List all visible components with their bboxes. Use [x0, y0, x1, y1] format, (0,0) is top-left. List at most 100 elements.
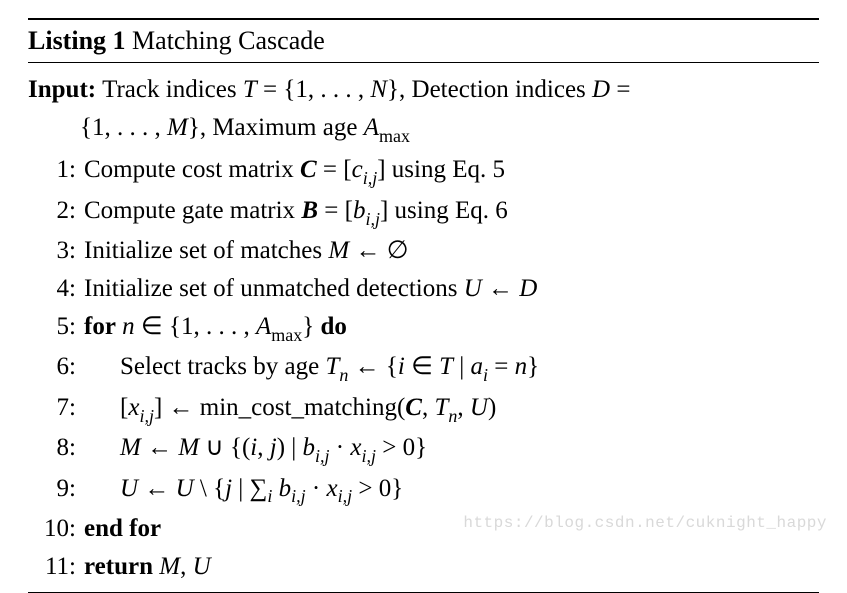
step-body: Compute cost matrix C = [ci,j] using Eq.…	[84, 151, 819, 191]
text: ) |	[277, 434, 303, 461]
kw-return: return	[84, 553, 153, 580]
text: ← {	[348, 353, 398, 380]
step-num: 8:	[28, 429, 84, 467]
kw-endfor: end for	[84, 515, 161, 542]
sym-M: M	[328, 237, 349, 264]
text: Compute cost matrix	[84, 156, 300, 183]
text: = [	[317, 156, 352, 183]
text: ∪ {(	[199, 434, 250, 461]
algorithm-body: Input: Track indices T = {1, . . . , N},…	[28, 63, 819, 586]
text: > 0}	[352, 475, 403, 502]
kw-do: do	[320, 313, 346, 340]
sym-j: j	[270, 434, 277, 461]
text: ,	[457, 394, 470, 421]
sym-U: U	[120, 475, 138, 502]
step-num: 4:	[28, 270, 84, 308]
input-block: Input: Track indices T = {1, . . . , N},…	[28, 71, 819, 109]
sub-ij: i,j	[139, 406, 154, 426]
steps: 1: Compute cost matrix C = [ci,j] using …	[28, 149, 819, 586]
text: ] using Eq. 5	[377, 156, 505, 183]
text: Initialize set of unmatched detections	[84, 275, 464, 302]
sub-i: i	[483, 365, 488, 385]
sub-ij: i,j	[365, 209, 380, 229]
text: ,	[180, 553, 193, 580]
sub-n: n	[448, 406, 457, 426]
text: \ {	[194, 475, 225, 502]
text: ∈ {1, . . . ,	[135, 313, 256, 340]
text: ,	[257, 434, 270, 461]
sym-M: M	[120, 434, 141, 461]
sym-b: b	[303, 434, 316, 461]
sym-D: D	[519, 275, 537, 302]
text: ] using Eq. 6	[380, 197, 508, 224]
step-body: Select tracks by age Tn ← {i ∈ T | ai = …	[84, 348, 819, 388]
text: }	[527, 353, 539, 380]
sym-x: x	[326, 475, 337, 502]
text: Initialize set of matches	[84, 237, 328, 264]
sym-j: j	[225, 475, 232, 502]
sub-ij: i,j	[361, 446, 376, 466]
step-body: Initialize set of matches M ← ∅	[84, 232, 819, 270]
sym-A: A	[256, 313, 271, 340]
text: ←	[482, 275, 520, 302]
sub-ij: i,j	[338, 486, 353, 506]
sym-C: C	[300, 156, 317, 183]
sub-ij: i,j	[363, 168, 378, 188]
step-num: 3:	[28, 232, 84, 270]
text: {1, . . . ,	[80, 114, 167, 141]
sub-max: max	[379, 126, 410, 146]
text: =	[610, 76, 630, 103]
input-line2: {1, . . . , M}, Maximum age Amax	[28, 109, 819, 149]
step-10: 10: end for	[28, 510, 819, 548]
step-num: 10:	[28, 510, 84, 548]
sym-U: U	[193, 553, 211, 580]
sym-U: U	[176, 475, 194, 502]
step-8: 8: M ← M ∪ {(i, j) | bi,j · xi,j > 0}	[28, 429, 819, 469]
step-num: 11:	[28, 548, 84, 586]
sym-M: M	[159, 553, 180, 580]
step-num: 5:	[28, 308, 84, 346]
listing-title: Matching Cascade	[132, 26, 325, 55]
text: ,	[422, 394, 435, 421]
listing-title-row: Listing 1 Matching Cascade	[28, 20, 819, 62]
step-4: 4: Initialize set of unmatched detection…	[28, 270, 819, 308]
text: =	[488, 353, 515, 380]
sub-i: i	[267, 486, 272, 506]
sym-x: x	[128, 394, 139, 421]
sym-x: x	[350, 434, 361, 461]
step-5: 5: for n ∈ {1, . . . , Amax} do	[28, 308, 819, 348]
sub-max: max	[271, 325, 302, 345]
step-body: Compute gate matrix B = [bi,j] using Eq.…	[84, 192, 819, 232]
text: ·	[306, 475, 327, 502]
step-num: 2:	[28, 192, 84, 230]
text: ← ∅	[349, 237, 408, 264]
step-3: 3: Initialize set of matches M ← ∅	[28, 232, 819, 270]
text: Select tracks by age	[120, 353, 325, 380]
step-2: 2: Compute gate matrix B = [bi,j] using …	[28, 192, 819, 232]
step-body: U ← U \ {j | ∑i bi,j · xi,j > 0}	[84, 470, 819, 510]
step-body: Initialize set of unmatched detections U…	[84, 270, 819, 308]
step-body: M ← M ∪ {(i, j) | bi,j · xi,j > 0}	[84, 429, 819, 469]
text: ←	[138, 475, 176, 502]
step-body: return M, U	[84, 548, 819, 586]
text: = {1, . . . ,	[257, 76, 371, 103]
text: }, Detection indices	[387, 76, 592, 103]
sub-n: n	[339, 365, 348, 385]
text: > 0}	[376, 434, 427, 461]
sym-b: b	[353, 197, 366, 224]
sym-A: A	[364, 114, 379, 141]
text: Compute gate matrix	[84, 197, 301, 224]
sym-i: i	[398, 353, 405, 380]
step-body: [xi,j] ← min_cost_matching(C, Tn, U)	[84, 389, 819, 429]
algorithm-listing: Listing 1 Matching Cascade Input: Track …	[0, 0, 847, 587]
sym-B: B	[301, 197, 318, 224]
text: }	[302, 313, 320, 340]
text: )	[488, 394, 496, 421]
step-11: 11: return M, U	[28, 548, 819, 586]
sym-a: a	[471, 353, 484, 380]
sym-U: U	[464, 275, 482, 302]
sym-n: n	[515, 353, 528, 380]
sub-ij: i,j	[315, 446, 330, 466]
step-9: 9: U ← U \ {j | ∑i bi,j · xi,j > 0}	[28, 470, 819, 510]
sym-T: T	[434, 394, 448, 421]
